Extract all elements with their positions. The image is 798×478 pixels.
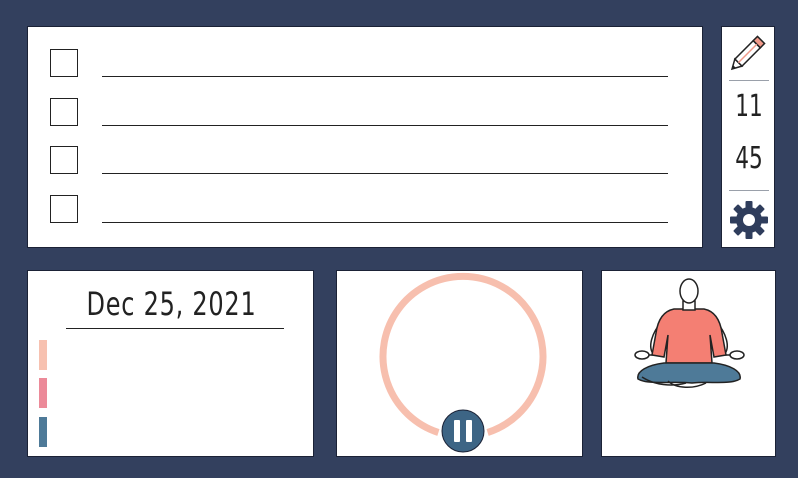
todo-text-line[interactable] xyxy=(102,125,668,126)
todo-panel xyxy=(27,26,703,248)
todo-text-line[interactable] xyxy=(102,76,668,77)
todo-checkbox[interactable] xyxy=(50,98,78,126)
color-tag[interactable] xyxy=(39,340,47,370)
pencil-icon[interactable] xyxy=(728,31,770,73)
timer-panel xyxy=(336,270,583,457)
todo-text-line[interactable] xyxy=(102,222,668,223)
color-tag[interactable] xyxy=(39,378,47,408)
todo-checkbox[interactable] xyxy=(50,146,78,174)
divider xyxy=(729,190,769,191)
timer-progress-ring xyxy=(379,272,547,436)
gear-icon[interactable] xyxy=(728,199,770,241)
divider xyxy=(729,80,769,81)
clock-hours: 11 xyxy=(735,89,763,124)
meditation-panel xyxy=(601,270,776,457)
date-panel: Dec 25, 2021 xyxy=(27,270,314,457)
todo-text-line[interactable] xyxy=(102,173,668,174)
todo-item xyxy=(50,49,670,81)
todo-item xyxy=(50,98,670,130)
todo-checkbox[interactable] xyxy=(50,195,78,223)
meditation-person-icon[interactable] xyxy=(602,271,777,458)
clock-minutes: 45 xyxy=(735,141,763,176)
date-label: Dec 25, 2021 xyxy=(86,285,257,323)
color-tag[interactable] xyxy=(39,417,47,447)
todo-item xyxy=(50,195,670,227)
todo-item xyxy=(50,146,670,178)
pause-icon xyxy=(454,420,460,442)
pause-button[interactable] xyxy=(441,409,485,453)
date-underline xyxy=(66,328,284,329)
side-toolbar: 11 45 xyxy=(721,26,775,248)
todo-checkbox[interactable] xyxy=(50,49,78,77)
